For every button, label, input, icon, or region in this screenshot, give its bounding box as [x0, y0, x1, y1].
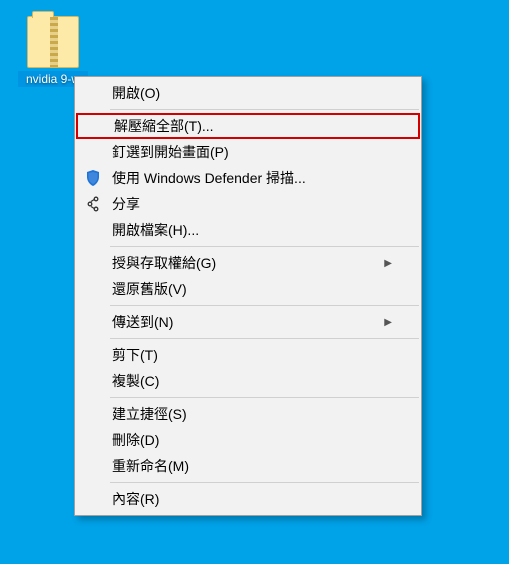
menu-open[interactable]: 開啟(O) — [76, 80, 420, 106]
separator — [110, 482, 419, 483]
menu-cut[interactable]: 剪下(T) — [76, 342, 420, 368]
menu-pin-to-start[interactable]: 釘選到開始畫面(P) — [76, 139, 420, 165]
menu-defender-scan[interactable]: 使用 Windows Defender 掃描... — [76, 165, 420, 191]
submenu-arrow-icon: ▶ — [384, 258, 392, 269]
menu-label: 釘選到開始畫面(P) — [112, 142, 392, 162]
menu-restore-previous[interactable]: 還原舊版(V) — [76, 276, 420, 302]
menu-delete[interactable]: 刪除(D) — [76, 427, 420, 453]
menu-label: 內容(R) — [112, 489, 392, 509]
submenu-arrow-icon: ▶ — [384, 317, 392, 328]
shield-icon — [84, 169, 102, 187]
menu-label: 授與存取權給(G) — [112, 253, 384, 273]
menu-properties[interactable]: 內容(R) — [76, 486, 420, 512]
menu-label: 剪下(T) — [112, 345, 392, 365]
menu-rename[interactable]: 重新命名(M) — [76, 453, 420, 479]
separator — [110, 109, 419, 110]
menu-label: 重新命名(M) — [112, 456, 392, 476]
menu-label: 解壓縮全部(T)... — [114, 116, 390, 136]
context-menu: 開啟(O) 解壓縮全部(T)... 釘選到開始畫面(P) 使用 Windows … — [74, 76, 422, 516]
separator — [110, 246, 419, 247]
zip-folder-icon — [27, 16, 79, 68]
menu-give-access[interactable]: 授與存取權給(G) ▶ — [76, 250, 420, 276]
separator — [110, 338, 419, 339]
menu-label: 開啟檔案(H)... — [112, 220, 392, 240]
menu-label: 使用 Windows Defender 掃描... — [112, 168, 392, 188]
menu-send-to[interactable]: 傳送到(N) ▶ — [76, 309, 420, 335]
menu-create-shortcut[interactable]: 建立捷徑(S) — [76, 401, 420, 427]
menu-label: 分享 — [112, 194, 392, 214]
menu-label: 建立捷徑(S) — [112, 404, 392, 424]
menu-share[interactable]: 分享 — [76, 191, 420, 217]
separator — [110, 397, 419, 398]
menu-extract-all[interactable]: 解壓縮全部(T)... — [76, 113, 420, 139]
menu-label: 還原舊版(V) — [112, 279, 392, 299]
menu-copy[interactable]: 複製(C) — [76, 368, 420, 394]
menu-label: 刪除(D) — [112, 430, 392, 450]
separator — [110, 305, 419, 306]
menu-open-with[interactable]: 開啟檔案(H)... — [76, 217, 420, 243]
share-icon — [84, 195, 102, 213]
menu-label: 傳送到(N) — [112, 312, 384, 332]
menu-label: 開啟(O) — [112, 83, 392, 103]
menu-label: 複製(C) — [112, 371, 392, 391]
